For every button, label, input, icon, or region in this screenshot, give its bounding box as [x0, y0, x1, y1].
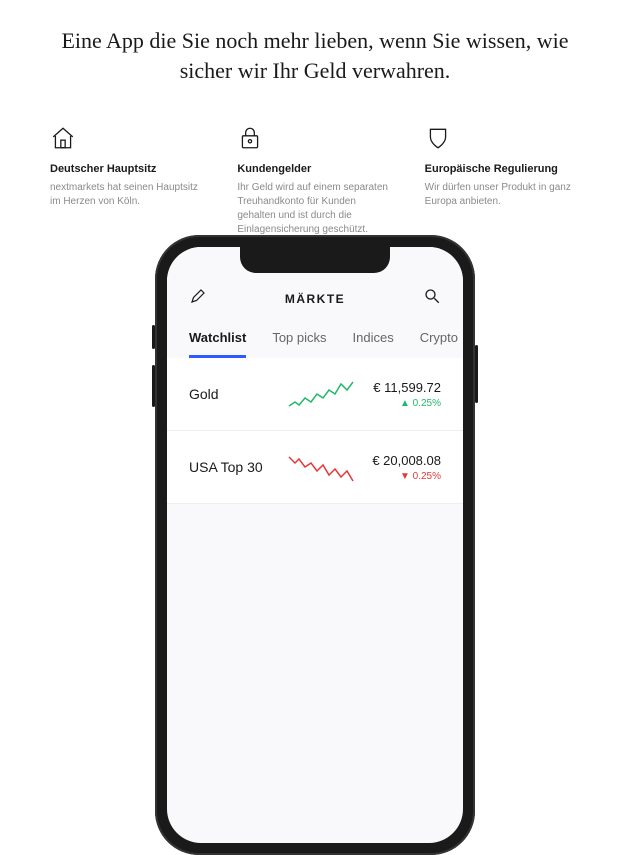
- feature-title: Deutscher Hauptsitz: [50, 163, 205, 175]
- tab-top-picks[interactable]: Top picks: [272, 330, 326, 358]
- feature-regulierung: Europäische Regulierung Wir dürfen unser…: [425, 125, 580, 237]
- market-row-usa-top-30[interactable]: USA Top 30 € 20,008.08 0.25%: [167, 431, 463, 504]
- shield-icon: [425, 125, 580, 153]
- sparkline-up-icon: [287, 376, 357, 412]
- tab-crypto[interactable]: Crypto: [420, 330, 458, 358]
- feature-hauptsitz: Deutscher Hauptsitz nextmarkets hat sein…: [50, 125, 205, 237]
- search-icon[interactable]: [423, 287, 441, 310]
- market-list: Gold € 11,599.72 0.25% USA Top 30: [167, 358, 463, 504]
- row-name: Gold: [189, 386, 275, 402]
- market-row-gold[interactable]: Gold € 11,599.72 0.25%: [167, 358, 463, 431]
- tab-indices[interactable]: Indices: [353, 330, 394, 358]
- tab-watchlist[interactable]: Watchlist: [189, 330, 246, 358]
- app-title: MÄRKTE: [285, 292, 345, 306]
- feature-desc: Wir dürfen unser Produkt in ganz Europa …: [425, 181, 580, 209]
- sparkline-down-icon: [287, 449, 357, 485]
- feature-desc: Ihr Geld wird auf einem separaten Treuha…: [237, 181, 392, 237]
- house-icon: [50, 125, 205, 153]
- row-price: € 20,008.08: [369, 453, 441, 468]
- phone-notch: [240, 247, 390, 273]
- row-name: USA Top 30: [189, 459, 275, 475]
- edit-icon[interactable]: [189, 287, 207, 310]
- market-tabs: Watchlist Top picks Indices Crypto: [167, 324, 463, 358]
- lock-icon: [237, 125, 392, 153]
- phone-mockup: MÄRKTE Watchlist Top picks Indices Crypt…: [155, 235, 475, 855]
- features-row: Deutscher Hauptsitz nextmarkets hat sein…: [0, 85, 630, 257]
- feature-title: Europäische Regulierung: [425, 163, 580, 175]
- page-headline: Eine App die Sie noch mehr lieben, wenn …: [0, 0, 630, 85]
- row-change: 0.25%: [369, 398, 441, 409]
- feature-kundengelder: Kundengelder Ihr Geld wird auf einem sep…: [237, 125, 392, 237]
- row-change: 0.25%: [369, 471, 441, 482]
- feature-title: Kundengelder: [237, 163, 392, 175]
- feature-desc: nextmarkets hat seinen Hauptsitz im Herz…: [50, 181, 205, 209]
- row-values: € 11,599.72 0.25%: [369, 380, 441, 409]
- row-values: € 20,008.08 0.25%: [369, 453, 441, 482]
- row-price: € 11,599.72: [369, 380, 441, 395]
